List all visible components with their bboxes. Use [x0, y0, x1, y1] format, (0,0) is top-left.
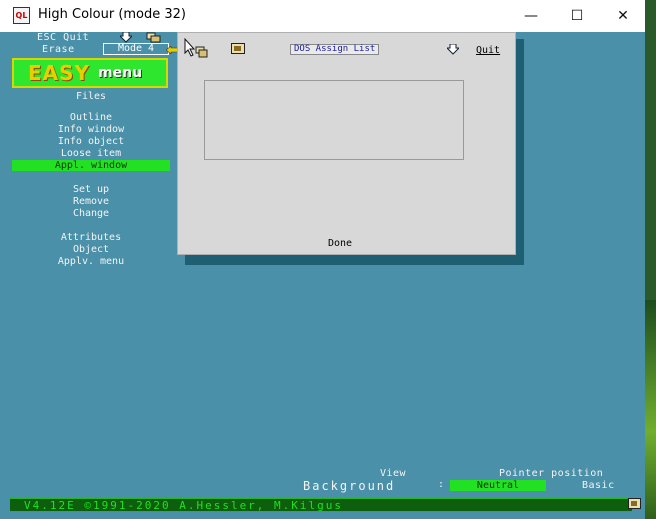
move-window-icon[interactable]	[182, 37, 208, 59]
background-basic-option[interactable]: Basic	[582, 480, 615, 491]
emulator-window: QL High Colour (mode 32) — ☐ ✕ ESC Quit …	[0, 0, 645, 519]
menu-item-object[interactable]: Object	[12, 244, 170, 255]
dialog-title: DOS Assign List	[290, 44, 380, 55]
background-colon: :	[438, 479, 445, 490]
app-icon[interactable]: QL	[13, 7, 30, 24]
quit-label: Quit	[476, 45, 501, 56]
minimize-button[interactable]: —	[508, 0, 554, 32]
menu-item-attributes[interactable]: Attributes	[12, 232, 170, 243]
logo-menu-text: menu	[98, 65, 143, 81]
view-label[interactable]: View	[380, 468, 406, 479]
dos-assign-dialog: DOS Assign List Quit Done	[177, 32, 516, 255]
background-neutral-option[interactable]: Neutral	[450, 480, 546, 491]
mode-selector[interactable]: Mode 4	[103, 43, 169, 55]
maximize-button[interactable]: ☐	[554, 0, 600, 32]
logo-easy-text: EASY	[28, 61, 91, 85]
ql-screen: ESC Quit Erase Mode 4 EASY menu Files Ou…	[0, 32, 645, 519]
assign-list-area[interactable]	[204, 80, 464, 160]
arrow-down-icon[interactable]	[120, 32, 132, 43]
easy-menu-logo: EASY menu	[12, 58, 168, 88]
close-button[interactable]: ✕	[600, 0, 646, 32]
erase-button[interactable]: Erase	[42, 44, 75, 55]
arrow-down-icon[interactable]	[447, 44, 459, 55]
esc-quit-button[interactable]: ESC Quit	[37, 32, 89, 43]
desktop-background-edge	[644, 300, 656, 519]
menu-item-loose-item[interactable]: Loose item	[12, 148, 170, 159]
menu-item-remove[interactable]: Remove	[12, 196, 170, 207]
window-title: High Colour (mode 32)	[38, 7, 187, 22]
menu-item-info-object[interactable]: Info object	[12, 136, 170, 147]
pointer-position-label: Pointer position	[499, 468, 604, 479]
status-bar: V4.12E ©1991-2020 A.Hessler, M.Kilgus	[10, 498, 632, 512]
window-resize-icon[interactable]	[628, 498, 641, 509]
quit-button[interactable]: Quit	[476, 45, 500, 56]
menu-item-appl-window[interactable]: Appl. window	[12, 160, 170, 171]
menu-item-files[interactable]: Files	[12, 91, 170, 102]
window-resize-icon[interactable]	[231, 43, 245, 54]
windows-icon[interactable]	[146, 32, 161, 43]
menu-item-info-window[interactable]: Info window	[12, 124, 170, 135]
menu-item-applv-menu[interactable]: Applv. menu	[12, 256, 170, 267]
title-bar[interactable]: QL High Colour (mode 32) — ☐ ✕	[0, 0, 645, 32]
version-copyright: V4.12E ©1991-2020 A.Hessler, M.Kilgus	[24, 499, 344, 512]
menu-item-change[interactable]: Change	[12, 208, 170, 219]
done-button[interactable]: Done	[328, 238, 352, 249]
background-label: Background	[303, 479, 396, 493]
menu-item-set-up[interactable]: Set up	[12, 184, 170, 195]
menu-item-outline[interactable]: Outline	[12, 112, 170, 123]
